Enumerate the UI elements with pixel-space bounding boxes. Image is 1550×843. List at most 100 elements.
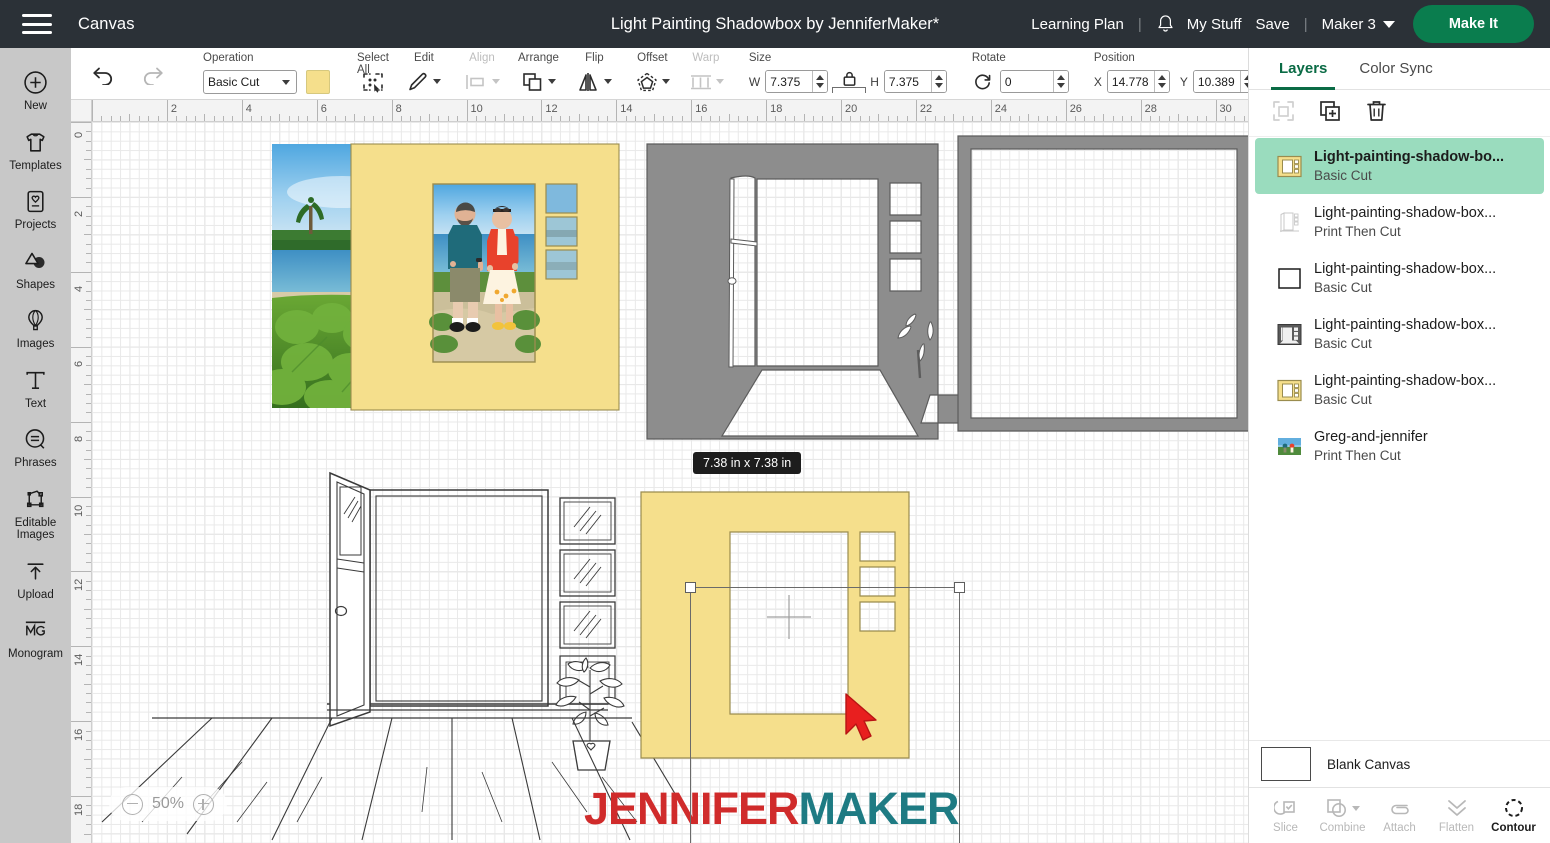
- layer-row[interactable]: Light-painting-shadow-bo... Basic Cut: [1255, 138, 1544, 194]
- rotate-icon[interactable]: [972, 72, 993, 92]
- ruler-subtick: [831, 116, 833, 121]
- ruler-tick: [241, 100, 243, 121]
- attach-button[interactable]: Attach: [1372, 797, 1428, 834]
- duplicate-icon[interactable]: [1318, 99, 1343, 128]
- flatten-button[interactable]: Flatten: [1429, 797, 1485, 834]
- lock-aspect-ratio-button[interactable]: [828, 70, 870, 93]
- ruler-label: 10: [470, 103, 483, 115]
- align-icon: [466, 74, 484, 89]
- layer-row[interactable]: Light-painting-shadow-box... Basic Cut: [1255, 250, 1544, 306]
- sidebar-item-text[interactable]: Text: [0, 358, 71, 418]
- slice-button[interactable]: Slice: [1258, 797, 1314, 834]
- blank-canvas-row[interactable]: Blank Canvas: [1249, 740, 1550, 787]
- arrange-button[interactable]: [521, 71, 556, 93]
- operation-select[interactable]: Basic CutPrint Then CutDrawScoreEngraveD…: [203, 69, 297, 94]
- my-stuff-link[interactable]: My Stuff: [1187, 16, 1242, 33]
- flip-button[interactable]: [577, 71, 612, 93]
- ruler-subtick-v: [86, 636, 91, 638]
- height-field[interactable]: [883, 70, 947, 93]
- yellow-shadowbox-thumb: [1277, 154, 1302, 179]
- width-stepper[interactable]: [812, 71, 828, 92]
- ruler-tick-v: [84, 533, 91, 535]
- text-t-icon: [23, 367, 48, 394]
- design-canvas[interactable]: 7.38 in x 7.38 in 2 4 6 8 10 12 14 16 18 20 22 24 26…: [71, 100, 1248, 843]
- resize-handle-top-right[interactable]: [954, 582, 965, 593]
- ruler-subtick-v: [86, 318, 91, 320]
- zoom-in-button[interactable]: [193, 793, 215, 815]
- color-swatch[interactable]: [306, 69, 330, 94]
- ruler-subtick-v: [86, 290, 91, 292]
- contour-button[interactable]: Contour: [1486, 797, 1542, 834]
- layer-row[interactable]: Light-painting-shadow-box... Basic Cut: [1255, 306, 1544, 362]
- offset-button[interactable]: [635, 71, 670, 93]
- sidebar-item-shapes[interactable]: Shapes: [0, 239, 71, 299]
- layer-row[interactable]: Greg-and-jennifer Print Then Cut: [1255, 418, 1544, 474]
- ruler-subtick: [1037, 116, 1039, 121]
- make-it-button[interactable]: Make It: [1412, 5, 1534, 43]
- ruler-subtick-v: [86, 243, 91, 245]
- tab-layers[interactable]: Layers: [1263, 48, 1343, 90]
- width-input[interactable]: [766, 71, 813, 92]
- y-position-field[interactable]: [1192, 70, 1256, 93]
- ruler-subtick-v: [86, 187, 91, 189]
- warp-button[interactable]: [688, 72, 724, 92]
- width-field[interactable]: [765, 70, 829, 93]
- ruler-subtick: [176, 116, 178, 121]
- ruler-subtick-v: [86, 487, 91, 489]
- select-all-button[interactable]: [360, 70, 386, 94]
- ruler-subtick: [194, 116, 196, 121]
- save-button[interactable]: Save: [1256, 16, 1290, 33]
- ruler-tick: [990, 100, 992, 121]
- sidebar-item-new[interactable]: New: [0, 60, 71, 120]
- x-position-input[interactable]: [1107, 71, 1154, 92]
- ruler-label: 14: [620, 103, 633, 115]
- sidebar-item-phrases[interactable]: Phrases: [0, 417, 71, 477]
- ruler-subtick: [1009, 116, 1011, 121]
- blank-canvas-swatch[interactable]: [1261, 747, 1311, 781]
- ruler-subtick-v: [86, 215, 91, 217]
- sidebar-item-images[interactable]: Images: [0, 298, 71, 358]
- x-stepper[interactable]: [1153, 71, 1169, 92]
- ruler-tick-v: [71, 346, 91, 348]
- height-stepper[interactable]: [930, 71, 946, 92]
- ruler-tick: [279, 114, 281, 121]
- ruler-subtick-v: [86, 178, 91, 180]
- sidebar-item-templates[interactable]: Templates: [0, 120, 71, 180]
- rotate-input[interactable]: [1000, 71, 1053, 92]
- sidebar-item-monogram[interactable]: Monogram: [0, 608, 71, 668]
- y-position-input[interactable]: [1193, 71, 1240, 92]
- bell-icon[interactable]: [1156, 14, 1175, 35]
- ruler-subtick: [223, 116, 225, 121]
- layer-row[interactable]: Light-painting-shadow-box... Basic Cut: [1255, 362, 1544, 418]
- height-input[interactable]: [884, 71, 931, 92]
- delete-trash-icon[interactable]: [1365, 99, 1388, 128]
- learning-plan-link[interactable]: Learning Plan: [1031, 16, 1124, 33]
- hamburger-menu-icon[interactable]: [22, 14, 52, 34]
- ruler-subtick: [943, 116, 945, 121]
- edit-button[interactable]: [407, 71, 441, 93]
- machine-selector[interactable]: Maker 3: [1322, 16, 1395, 33]
- ruler-subtick: [756, 116, 758, 121]
- sidebar-item-projects[interactable]: Projects: [0, 179, 71, 239]
- combine-button[interactable]: Combine: [1315, 797, 1371, 834]
- layers-list[interactable]: Light-painting-shadow-bo... Basic Cut Ligh…: [1249, 138, 1550, 740]
- rotate-stepper[interactable]: [1052, 71, 1068, 92]
- group-icon[interactable]: [1271, 99, 1296, 128]
- sidebar-item-editable-images[interactable]: Editable Images: [0, 477, 71, 549]
- ruler-tick: [653, 114, 655, 121]
- ruler-subtick-v: [86, 665, 91, 667]
- rotate-field[interactable]: [999, 70, 1069, 93]
- ruler-subtick-v: [86, 515, 91, 517]
- undo-button[interactable]: [80, 63, 128, 85]
- resize-handle-top-left[interactable]: [685, 582, 696, 593]
- tab-color-sync[interactable]: Color Sync: [1343, 48, 1448, 89]
- sidebar-item-upload[interactable]: Upload: [0, 549, 71, 609]
- redo-button[interactable]: [128, 63, 176, 85]
- align-button[interactable]: [464, 72, 500, 92]
- layer-operation: Print Then Cut: [1314, 223, 1401, 239]
- x-position-field[interactable]: [1106, 70, 1170, 93]
- undo-arrow-icon: [93, 67, 113, 85]
- layer-row[interactable]: Light-painting-shadow-box... Print Then C…: [1255, 194, 1544, 250]
- ruler-subtick: [972, 116, 974, 121]
- zoom-out-button[interactable]: [122, 793, 143, 815]
